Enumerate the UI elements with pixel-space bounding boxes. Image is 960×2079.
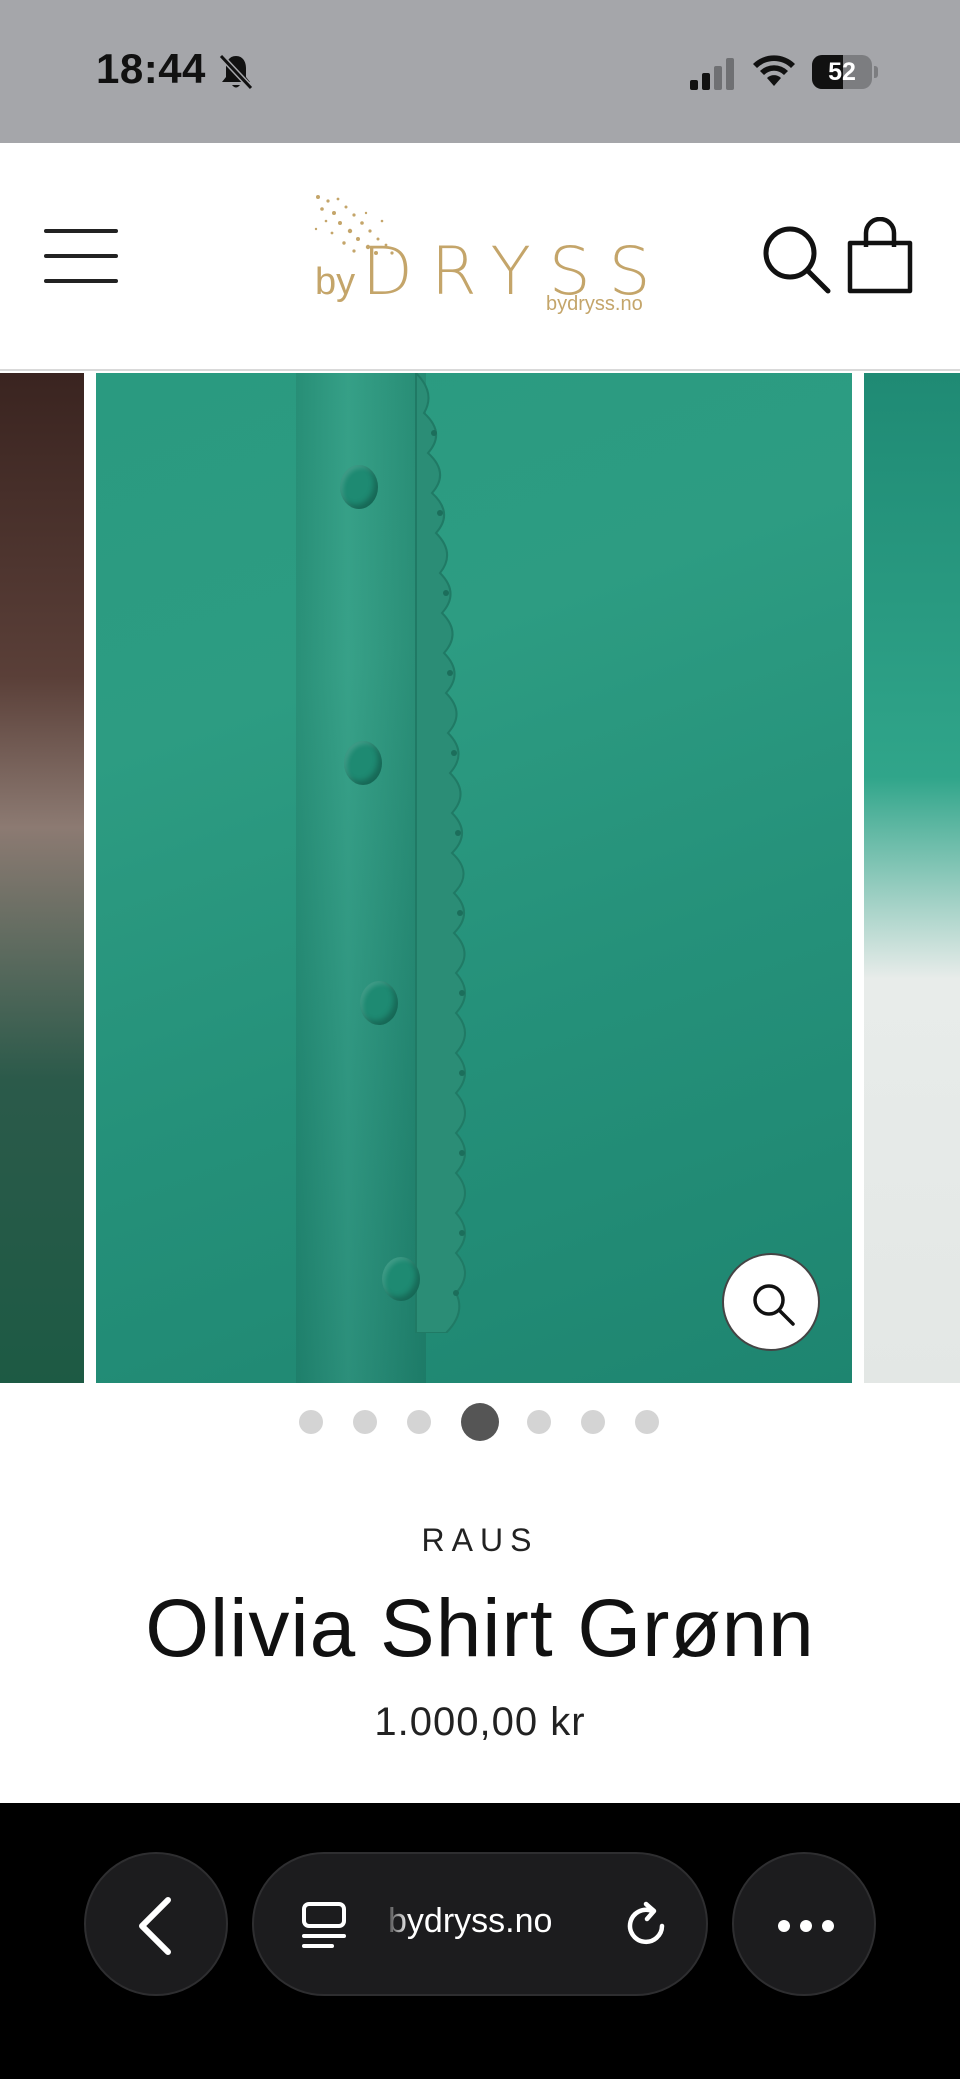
site-header: by DRYSS bydryss.no (0, 143, 960, 371)
shirt-button (382, 1257, 420, 1301)
store-logo[interactable]: by DRYSS bydryss.no (310, 193, 651, 315)
battery-tip (874, 66, 878, 78)
product-gallery[interactable] (0, 373, 960, 1383)
status-time: 18:44 (96, 45, 206, 92)
more-options-button[interactable] (732, 1852, 876, 1996)
url-text: bydryss.no (388, 1902, 553, 1940)
bell-slash-icon (218, 53, 254, 91)
gallery-dot[interactable] (527, 1410, 551, 1434)
lace-ruffle (415, 373, 466, 1333)
gallery-dot[interactable] (299, 1410, 323, 1434)
zoom-button[interactable] (722, 1253, 820, 1351)
hamburger-menu-icon[interactable] (44, 229, 118, 283)
battery-body: 52 (812, 55, 872, 89)
gallery-slide-previous[interactable] (0, 373, 84, 1383)
gallery-dot[interactable] (353, 1410, 377, 1434)
back-button[interactable] (84, 1852, 228, 1996)
product-title: Olivia Shirt Grønn (145, 1583, 815, 1674)
gallery-dot[interactable] (407, 1410, 431, 1434)
battery-indicator: 52 (812, 55, 878, 89)
status-bar: 18:44 52 (0, 0, 960, 143)
gallery-slide-current[interactable] (96, 373, 852, 1383)
gallery-dot[interactable] (635, 1410, 659, 1434)
product-price: 1.000,00 kr (374, 1700, 586, 1744)
battery-level: 52 (828, 58, 856, 86)
reload-icon[interactable] (618, 1898, 674, 1954)
browser-toolbar: bydryss.no (0, 1803, 960, 2079)
logo-prefix: by (315, 261, 356, 303)
logo-url: bydryss.no (546, 293, 643, 315)
tab-overview-icon[interactable] (298, 1900, 350, 1952)
url-fade (382, 1894, 410, 1954)
gallery-pagination (0, 1400, 960, 1444)
gallery-slide-next[interactable] (864, 373, 960, 1383)
magnifier-icon (753, 1284, 795, 1326)
shirt-button (344, 741, 382, 785)
shopping-bag-icon[interactable] (844, 217, 916, 295)
gallery-dot[interactable] (581, 1410, 605, 1434)
wifi-icon (753, 55, 795, 86)
cellular-signal-icon (690, 58, 734, 90)
gallery-dot[interactable] (461, 1403, 499, 1441)
product-vendor[interactable]: RAUS (0, 1522, 960, 1559)
shirt-button (360, 981, 398, 1025)
search-icon[interactable] (760, 223, 832, 295)
address-bar[interactable]: bydryss.no (252, 1852, 708, 1996)
shirt-button (340, 465, 378, 509)
chevron-left-icon (139, 1897, 171, 1955)
more-dots-icon (778, 1920, 834, 1932)
